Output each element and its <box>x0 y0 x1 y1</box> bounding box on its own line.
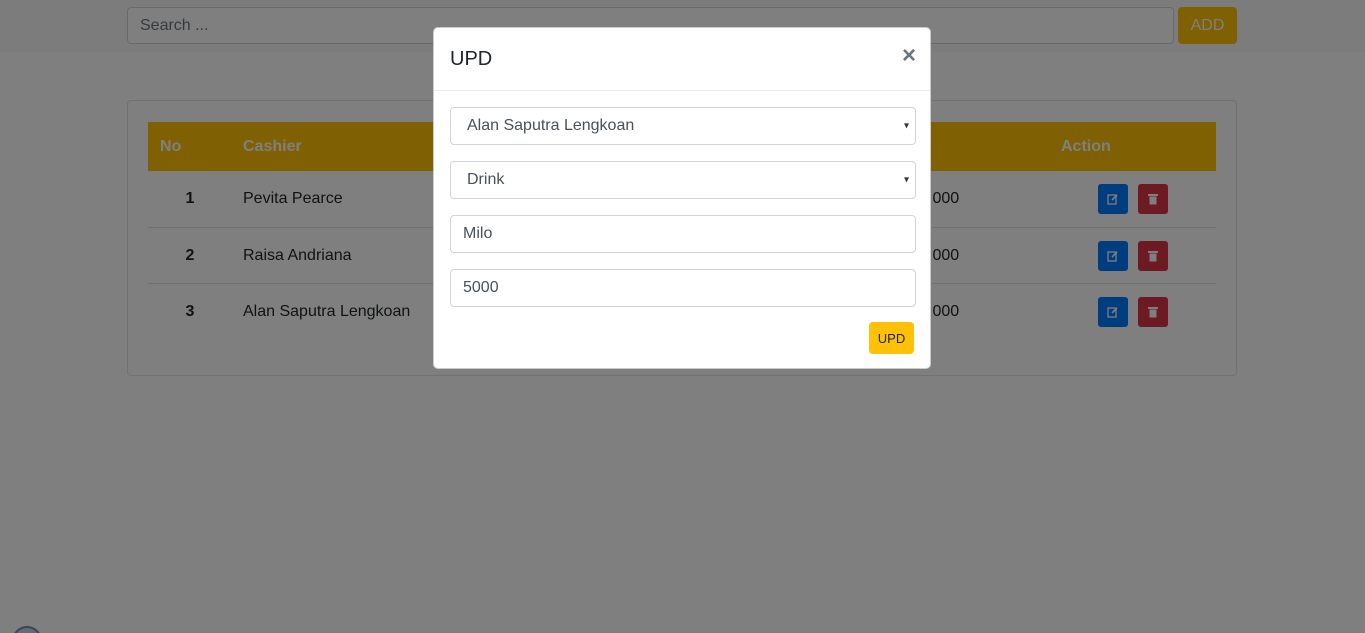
chevron-down-icon: ▾ <box>903 120 909 132</box>
update-submit-button[interactable]: UPD <box>869 322 914 354</box>
modal-header: UPD × <box>434 28 930 91</box>
category-select[interactable]: Drink ▾ <box>450 161 916 199</box>
update-modal: UPD × Alan Saputra Lengkoan ▾ Drink ▾ Mi… <box>433 27 931 369</box>
price-field[interactable]: 5000 <box>450 269 916 307</box>
product-name-value: Milo <box>463 225 493 242</box>
cashier-select-value: Alan Saputra Lengkoan <box>467 117 635 134</box>
chevron-down-icon: ▾ <box>903 174 909 186</box>
price-value: 5000 <box>463 279 499 296</box>
modal-title: UPD <box>450 48 493 70</box>
cashier-select[interactable]: Alan Saputra Lengkoan ▾ <box>450 107 916 145</box>
category-select-value: Drink <box>467 171 505 188</box>
product-name-field[interactable]: Milo <box>450 215 916 253</box>
close-button[interactable]: × <box>902 44 916 68</box>
